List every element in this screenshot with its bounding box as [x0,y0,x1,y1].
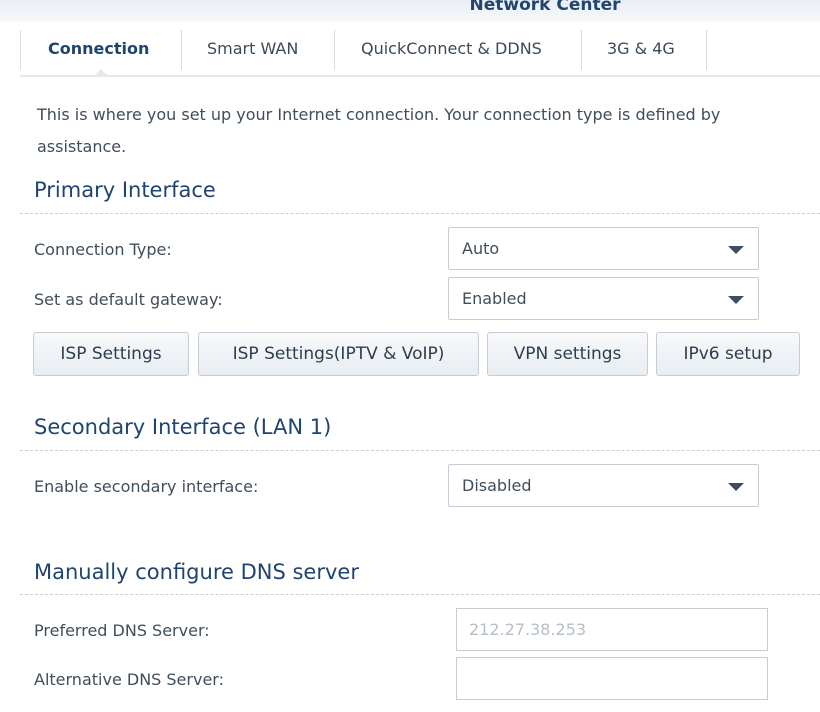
tab-connection[interactable]: Connection [20,30,181,76]
connection-type-select[interactable]: Auto [448,227,759,270]
preferred-dns-input[interactable] [456,608,768,651]
enable-secondary-value: Disabled [462,476,532,495]
dns-section-title: Manually configure DNS server [34,560,359,584]
connection-description: This is where you set up your Internet c… [37,99,820,163]
window-titlebar: Network Center [0,0,820,22]
preferred-dns-label: Preferred DNS Server: [34,621,210,640]
isp-settings-iptv-voip-button[interactable]: ISP Settings(IPTV & VoIP) [198,332,479,376]
primary-interface-title: Primary Interface [34,178,216,202]
caret-down-icon [728,483,744,491]
alternative-dns-label: Alternative DNS Server: [34,670,224,689]
ipv6-setup-button[interactable]: IPv6 setup [656,332,800,376]
caret-down-icon [728,296,744,304]
window-title: Network Center [469,0,621,15]
section-divider [20,594,820,595]
tab-3g-4g[interactable]: 3G & 4G [581,30,707,70]
default-gateway-select[interactable]: Enabled [448,277,759,320]
tab-smart-wan[interactable]: Smart WAN [181,30,334,70]
description-line-1: This is where you set up your Internet c… [37,105,721,124]
section-divider [20,213,820,214]
connection-type-label: Connection Type: [34,240,172,259]
caret-down-icon [728,246,744,254]
tab-underline [20,75,820,77]
section-divider [20,450,820,451]
vpn-settings-button[interactable]: VPN settings [487,332,648,376]
tab-quickconnect-ddns[interactable]: QuickConnect & DDNS [334,30,581,70]
alternative-dns-input[interactable] [456,657,768,700]
default-gateway-label: Set as default gateway: [34,290,223,309]
description-line-2: assistance. [37,137,127,156]
connection-type-value: Auto [462,239,500,258]
secondary-interface-title: Secondary Interface (LAN 1) [34,415,332,439]
isp-settings-button[interactable]: ISP Settings [33,332,189,376]
default-gateway-value: Enabled [462,289,527,308]
tab-bar: Connection Smart WAN QuickConnect & DDNS… [20,30,707,76]
enable-secondary-select[interactable]: Disabled [448,464,759,507]
enable-secondary-label: Enable secondary interface: [34,477,259,496]
